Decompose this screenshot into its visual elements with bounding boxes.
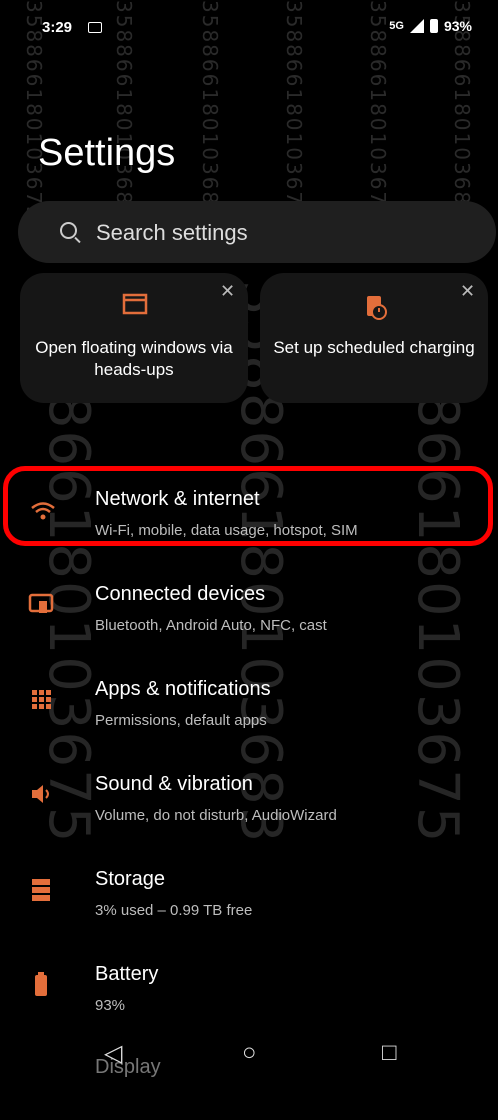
settings-item-sound[interactable]: Sound & vibration Volume, do not disturb… — [0, 755, 498, 835]
item-subtitle: Volume, do not disturb, AudioWizard — [95, 807, 337, 824]
settings-item-battery[interactable]: Battery 93% — [0, 945, 498, 1025]
search-placeholder: Search settings — [96, 220, 248, 245]
item-title: Battery — [95, 963, 159, 985]
apps-grid-icon — [32, 690, 51, 709]
network-type: 5G — [389, 20, 404, 32]
item-title: Storage — [95, 868, 166, 890]
item-title: Sound & vibration — [95, 773, 253, 795]
search-icon — [60, 222, 77, 239]
settings-item-connected-devices[interactable]: Connected devices Bluetooth, Android Aut… — [0, 565, 498, 645]
item-subtitle: 93% — [95, 997, 126, 1014]
speaker-icon — [32, 785, 49, 803]
highlight-box — [3, 466, 493, 546]
battery-clock-icon — [367, 296, 387, 320]
storage-icon — [32, 879, 50, 901]
search-bar[interactable]: Search settings — [18, 201, 496, 263]
signal-icon — [409, 19, 424, 33]
status-time: 3:29 — [42, 19, 73, 36]
status-bar: 3:29 5G 93% — [0, 0, 498, 56]
battery-icon — [429, 19, 438, 33]
item-title: Apps & notifications — [95, 678, 271, 700]
home-icon[interactable]: ○ — [242, 1039, 257, 1067]
recents-icon[interactable]: □ — [382, 1039, 397, 1067]
item-title: Connected devices — [95, 583, 266, 605]
devices-icon — [28, 593, 54, 613]
battery-icon — [35, 972, 47, 996]
settings-item-storage[interactable]: Storage 3% used – 0.99 TB free — [0, 850, 498, 930]
dismiss-icon[interactable]: ✕ — [220, 281, 235, 302]
suggestion-label: Set up scheduled charging — [273, 338, 475, 357]
message-icon — [88, 22, 102, 33]
suggestion-card-floating-windows[interactable]: ✕ Open floating windows via heads-ups — [20, 273, 248, 403]
item-subtitle: Bluetooth, Android Auto, NFC, cast — [95, 617, 327, 634]
dismiss-icon[interactable]: ✕ — [460, 281, 475, 302]
back-icon[interactable]: ◁ — [104, 1039, 122, 1068]
battery-percent: 93% — [443, 18, 472, 34]
settings-item-apps[interactable]: Apps & notifications Permissions, defaul… — [0, 660, 498, 740]
suggestion-card-scheduled-charging[interactable]: ✕ Set up scheduled charging — [260, 273, 488, 403]
page-title: Settings — [38, 132, 176, 174]
suggestion-label: Open floating windows via heads-ups — [35, 338, 233, 379]
window-icon — [122, 293, 148, 315]
item-subtitle: 3% used – 0.99 TB free — [95, 902, 253, 919]
item-subtitle: Permissions, default apps — [95, 712, 267, 729]
navigation-bar: ◁ ○ □ — [0, 1029, 498, 1089]
